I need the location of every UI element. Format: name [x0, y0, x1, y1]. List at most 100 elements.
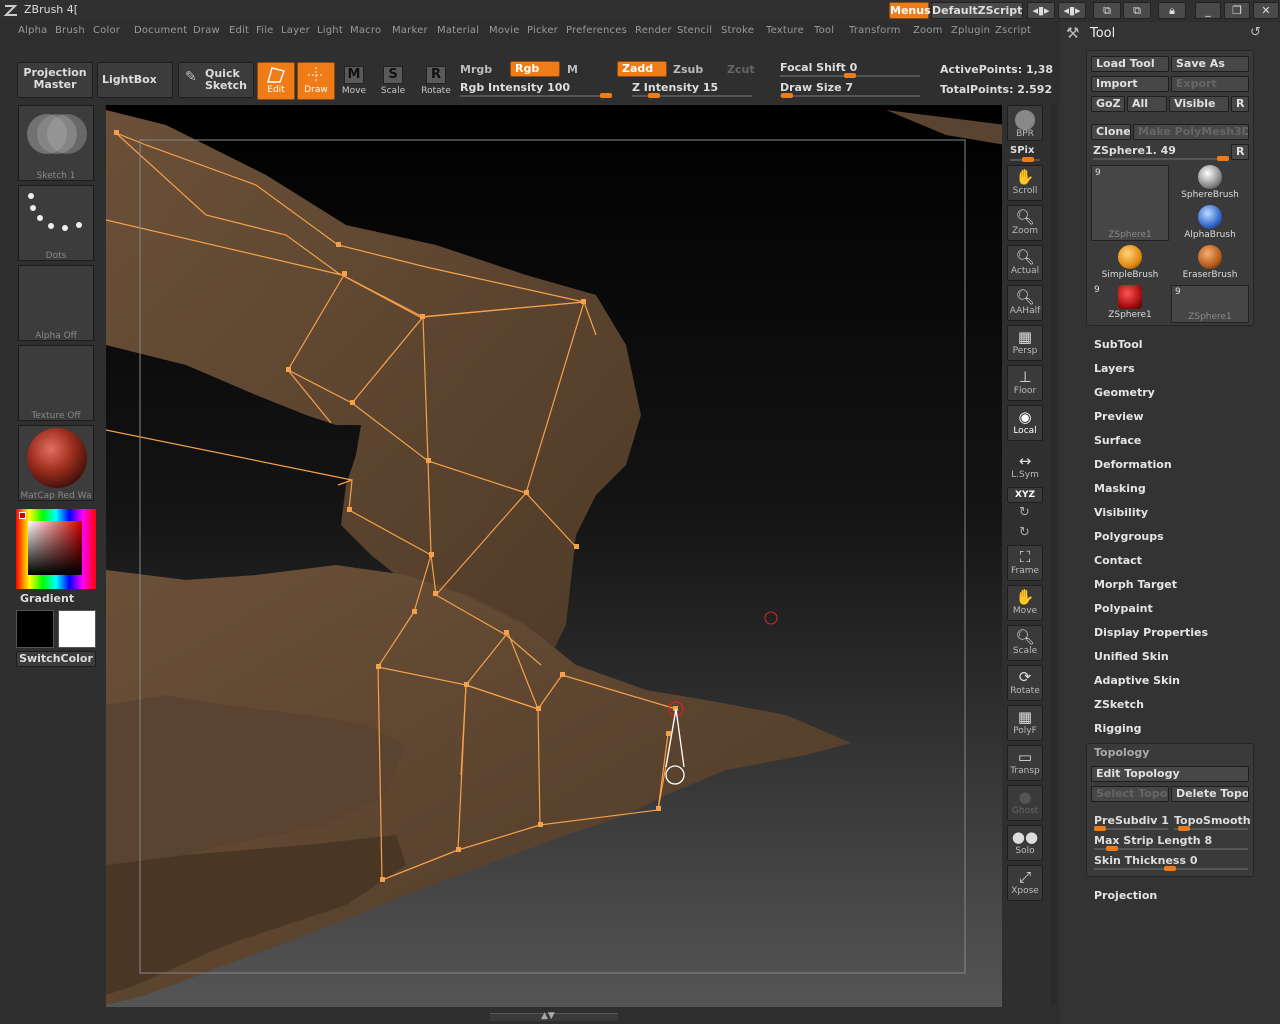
- save-as-button[interactable]: Save As: [1171, 56, 1249, 72]
- tool-thumb-simplebrush[interactable]: SimpleBrush: [1091, 245, 1169, 283]
- edit-mode-button[interactable]: Edit: [257, 62, 295, 100]
- section-deformation[interactable]: Deformation: [1094, 458, 1172, 471]
- section-display-properties[interactable]: Display Properties: [1094, 626, 1208, 639]
- menu-zoom[interactable]: Zoom: [913, 25, 943, 36]
- focal-shift-slider[interactable]: [780, 73, 920, 78]
- local-button[interactable]: ◉ Local: [1007, 405, 1043, 441]
- section-unified-skin[interactable]: Unified Skin: [1094, 650, 1169, 663]
- section-surface[interactable]: Surface: [1094, 434, 1141, 447]
- current-tool-knob[interactable]: [1217, 156, 1229, 161]
- menu-render[interactable]: Render: [635, 25, 672, 36]
- viewport-canvas[interactable]: [106, 105, 1002, 1007]
- zadd-button[interactable]: Zadd: [617, 61, 667, 77]
- section-adaptive-skin[interactable]: Adaptive Skin: [1094, 674, 1180, 687]
- zoom-button[interactable]: 🔍︎ Zoom: [1007, 205, 1043, 241]
- move-view-button[interactable]: ✋ Move: [1007, 585, 1043, 621]
- draw-size-slider[interactable]: [780, 93, 920, 98]
- alpha-slot[interactable]: Alpha Off: [18, 265, 94, 341]
- section-morph-target[interactable]: Morph Target: [1094, 578, 1177, 591]
- tool-thumb-zsphere-main[interactable]: 9 ZSphere1: [1091, 165, 1169, 241]
- solo-button[interactable]: ●● Solo: [1007, 825, 1043, 861]
- frame-button[interactable]: ⛶ Frame: [1007, 545, 1043, 581]
- transp-button[interactable]: ▭ Transp: [1007, 745, 1043, 781]
- xyz-button[interactable]: XYZ: [1007, 487, 1043, 503]
- visible-button[interactable]: Visible: [1169, 96, 1229, 112]
- menu-alpha[interactable]: Alpha: [18, 25, 47, 36]
- skin-thickness-knob[interactable]: [1164, 866, 1176, 871]
- menus-button[interactable]: Menus: [889, 2, 931, 19]
- all-button[interactable]: All: [1127, 96, 1167, 112]
- default-zscript-button[interactable]: DefaultZScript: [931, 2, 1023, 19]
- tool-thumb-zsphere-red[interactable]: 9 ZSphere1: [1091, 285, 1169, 323]
- m-button[interactable]: M: [567, 63, 578, 76]
- tool-thumb-eraserbrush[interactable]: EraserBrush: [1171, 245, 1249, 283]
- polyf-button[interactable]: ▦ PolyF: [1007, 705, 1043, 741]
- tool-palette-title[interactable]: Tool: [1090, 26, 1115, 41]
- menu-tool[interactable]: Tool: [814, 25, 834, 36]
- tool-thumb-alphabrush[interactable]: AlphaBrush: [1171, 205, 1249, 243]
- menu-macro[interactable]: Macro: [350, 25, 381, 36]
- lsym-button[interactable]: ↔ L.Sym: [1007, 450, 1043, 481]
- rotate-view-button[interactable]: ⟳ Rotate: [1007, 665, 1043, 701]
- rotate-z-icon[interactable]: ↻: [1019, 525, 1030, 540]
- rgb-button[interactable]: Rgb: [510, 61, 560, 77]
- goz-r-button[interactable]: R: [1231, 96, 1249, 112]
- tool-thumb-spherebrush[interactable]: SphereBrush: [1171, 165, 1249, 203]
- scale-view-button[interactable]: 🔍︎ Scale: [1007, 625, 1043, 661]
- menu-edit[interactable]: Edit: [229, 25, 249, 36]
- menu-texture[interactable]: Texture: [766, 25, 804, 36]
- menu-zscript[interactable]: Zscript: [995, 25, 1031, 36]
- texture-slot[interactable]: Texture Off: [18, 345, 94, 421]
- focal-shift-knob[interactable]: [844, 73, 856, 78]
- delete-topo-button[interactable]: Delete Topo: [1171, 786, 1249, 802]
- max-strip-length-slider[interactable]: [1094, 846, 1248, 851]
- menu-marker[interactable]: Marker: [392, 25, 428, 36]
- switchcolor-button[interactable]: SwitchColor: [16, 651, 96, 667]
- clone-button[interactable]: Clone: [1091, 124, 1131, 140]
- rgb-intensity-slider[interactable]: [460, 93, 612, 98]
- zsub-button[interactable]: Zsub: [673, 63, 703, 76]
- toposmooth-knob[interactable]: [1178, 826, 1190, 831]
- viewport-scene[interactable]: [106, 105, 1002, 1007]
- quick-sketch-button[interactable]: ✎ Quick Sketch: [178, 62, 254, 98]
- toposmooth-slider[interactable]: [1174, 826, 1248, 831]
- gradient-label[interactable]: Gradient: [20, 592, 74, 605]
- section-contact[interactable]: Contact: [1094, 554, 1142, 567]
- menu-movie[interactable]: Movie: [489, 25, 520, 36]
- layout-icon[interactable]: ⧉: [1093, 2, 1121, 19]
- stroke-slot[interactable]: Dots: [18, 185, 94, 261]
- menu-transform[interactable]: Transform: [849, 25, 901, 36]
- xpose-button[interactable]: ⤢ Xpose: [1007, 865, 1043, 901]
- bpr-button[interactable]: BPR: [1007, 105, 1043, 141]
- section-zsketch[interactable]: ZSketch: [1094, 698, 1144, 711]
- material-slot[interactable]: MatCap Red Wa: [18, 425, 94, 501]
- tray-right-icon[interactable]: ◂▮▸: [1058, 2, 1086, 19]
- zcut-button[interactable]: Zcut: [727, 63, 755, 76]
- section-subtool[interactable]: SubTool: [1094, 338, 1143, 351]
- presubdiv-knob[interactable]: [1094, 826, 1106, 831]
- select-topo-button[interactable]: Select Topo: [1091, 786, 1169, 802]
- sketch-slot[interactable]: Sketch 1: [18, 105, 94, 181]
- current-tool-slider[interactable]: [1093, 156, 1229, 161]
- lightbox-button[interactable]: LightBox: [97, 62, 173, 98]
- menu-document[interactable]: Document: [134, 25, 187, 36]
- restore-icon[interactable]: ❐: [1224, 2, 1250, 19]
- section-polypaint[interactable]: Polypaint: [1094, 602, 1153, 615]
- right-tray-divider[interactable]: [1051, 105, 1057, 1005]
- spix-knob[interactable]: [1022, 157, 1034, 162]
- menu-brush[interactable]: Brush: [55, 25, 85, 36]
- tool-thumb-zsphere-2[interactable]: 9 ZSphere1: [1171, 285, 1249, 323]
- scale-mode-button[interactable]: S Scale: [374, 62, 412, 102]
- bottom-tray-arrow-icon[interactable]: ▲▼: [541, 1011, 555, 1021]
- import-button[interactable]: Import: [1091, 76, 1169, 92]
- menu-layer[interactable]: Layer: [281, 25, 310, 36]
- z-intensity-knob[interactable]: [648, 93, 660, 98]
- rotate-y-icon[interactable]: ↻: [1019, 505, 1030, 520]
- persp-button[interactable]: ▦ Persp: [1007, 325, 1043, 361]
- menu-picker[interactable]: Picker: [527, 25, 558, 36]
- color-picker-marker[interactable]: [19, 512, 26, 519]
- color-picker-square[interactable]: [28, 521, 82, 575]
- minimize-icon[interactable]: _: [1195, 2, 1221, 19]
- rgb-intensity-knob[interactable]: [600, 93, 612, 98]
- color-picker[interactable]: [16, 509, 96, 589]
